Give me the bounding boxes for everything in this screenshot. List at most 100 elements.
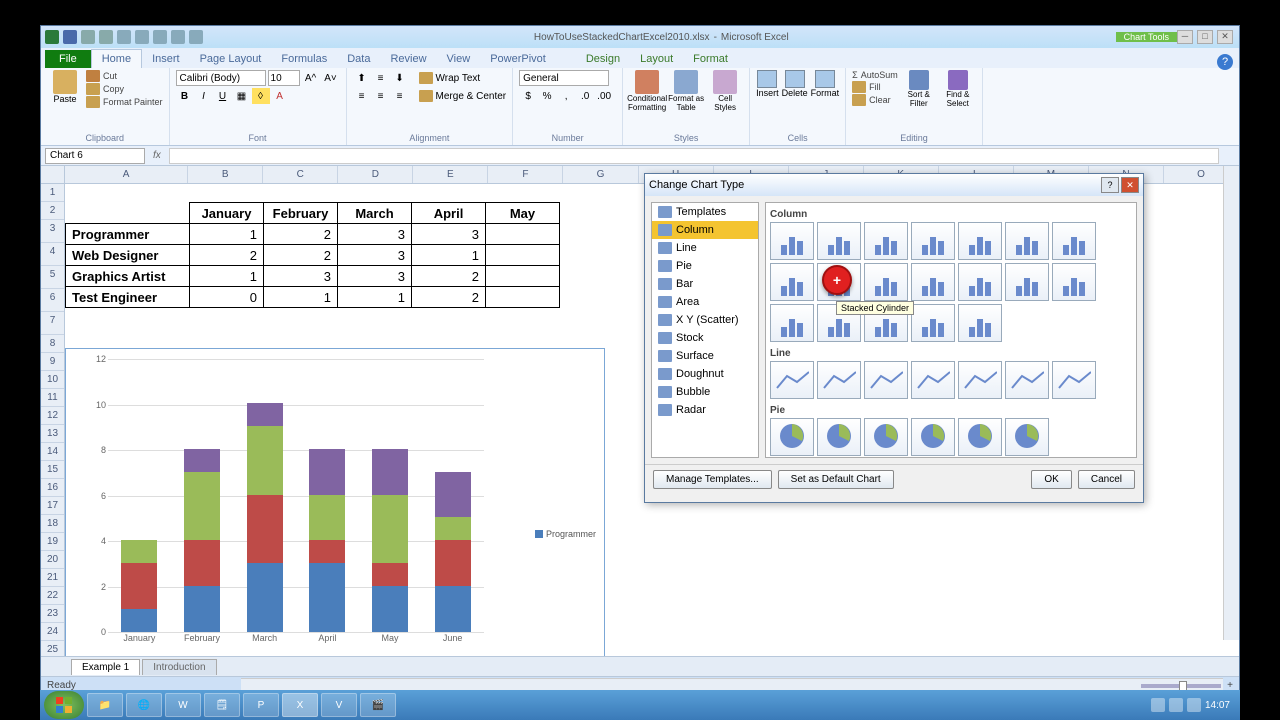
bar-stack[interactable]: [435, 472, 471, 632]
tab-formulas[interactable]: Formulas: [271, 50, 337, 68]
help-button[interactable]: ?: [1217, 54, 1233, 70]
cut-button[interactable]: Cut: [86, 70, 163, 82]
row-headers[interactable]: 1234567891011121314151617181920212223242…: [41, 184, 65, 656]
set-default-button[interactable]: Set as Default Chart: [778, 470, 894, 489]
line-chart-thumb[interactable]: [1052, 361, 1096, 399]
cancel-button[interactable]: Cancel: [1078, 470, 1135, 489]
underline-button[interactable]: U: [214, 88, 232, 104]
bar-stack[interactable]: [247, 403, 283, 632]
bar-segment[interactable]: [184, 449, 220, 472]
italic-button[interactable]: I: [195, 88, 213, 104]
chart-subtype-panel[interactable]: Column Line Pie + Stacked Cylinder: [765, 202, 1137, 458]
comma-button[interactable]: ,: [557, 88, 575, 104]
chart-type-list[interactable]: TemplatesColumnLinePieBarAreaX Y (Scatte…: [651, 202, 759, 458]
system-tray[interactable]: 14:07: [1151, 698, 1236, 712]
row-header[interactable]: 22: [41, 587, 64, 605]
pie-chart-thumb[interactable]: [958, 418, 1002, 456]
line-chart-thumb[interactable]: [958, 361, 1002, 399]
tab-design[interactable]: Design: [576, 50, 630, 68]
tab-home[interactable]: Home: [91, 49, 142, 68]
tray-icon[interactable]: [1151, 698, 1165, 712]
row-header[interactable]: 13: [41, 425, 64, 443]
bar-segment[interactable]: [247, 563, 283, 632]
quick-access-toolbar[interactable]: [41, 30, 207, 44]
percent-button[interactable]: %: [538, 88, 556, 104]
chart-type-item[interactable]: X Y (Scatter): [652, 311, 758, 329]
chart-type-item[interactable]: Radar: [652, 401, 758, 419]
row-header[interactable]: 1: [41, 184, 64, 202]
align-bot-button[interactable]: ⬇: [391, 70, 409, 86]
manage-templates-button[interactable]: Manage Templates...: [653, 470, 772, 489]
bar-segment[interactable]: [247, 426, 283, 495]
minimize-button[interactable]: ─: [1177, 30, 1193, 44]
maximize-button[interactable]: □: [1197, 30, 1213, 44]
undo-icon[interactable]: [81, 30, 95, 44]
align-top-button[interactable]: ⬆: [353, 70, 371, 86]
sheet-tab-example1[interactable]: Example 1: [71, 659, 140, 675]
column-header[interactable]: F: [488, 166, 563, 183]
align-mid-button[interactable]: ≡: [372, 70, 390, 86]
fill-color-button[interactable]: ◊: [252, 88, 270, 104]
fill-button[interactable]: Fill: [852, 81, 898, 93]
windows-taskbar[interactable]: 📁 🌐 W 🗒 P X V 🎬 14:07: [40, 690, 1240, 720]
row-header[interactable]: 25: [41, 641, 64, 656]
row-header[interactable]: 11: [41, 389, 64, 407]
print-icon[interactable]: [153, 30, 167, 44]
row-header[interactable]: 5: [41, 266, 64, 289]
taskbar-item[interactable]: 🌐: [126, 693, 162, 717]
column-chart-thumb[interactable]: [1052, 263, 1096, 301]
line-chart-thumb[interactable]: [817, 361, 861, 399]
bar-segment[interactable]: [435, 586, 471, 632]
column-chart-thumb[interactable]: [770, 304, 814, 342]
row-header[interactable]: 19: [41, 533, 64, 551]
row-header[interactable]: 17: [41, 497, 64, 515]
chart-type-item[interactable]: Line: [652, 239, 758, 257]
taskbar-item[interactable]: V: [321, 693, 357, 717]
row-header[interactable]: 23: [41, 605, 64, 623]
open-icon[interactable]: [135, 30, 149, 44]
chart-type-item[interactable]: Doughnut: [652, 365, 758, 383]
chart-type-item[interactable]: Bar: [652, 275, 758, 293]
row-header[interactable]: 18: [41, 515, 64, 533]
taskbar-item[interactable]: P: [243, 693, 279, 717]
bar-segment[interactable]: [121, 609, 157, 632]
bar-stack[interactable]: [309, 449, 345, 632]
bar-segment[interactable]: [184, 586, 220, 632]
copy-button[interactable]: Copy: [86, 83, 163, 95]
bar-segment[interactable]: [121, 540, 157, 563]
ok-button[interactable]: OK: [1031, 470, 1071, 489]
bar-segment[interactable]: [372, 495, 408, 564]
name-box[interactable]: [45, 148, 145, 164]
fx-icon[interactable]: fx: [145, 150, 169, 161]
column-chart-thumb[interactable]: [958, 222, 1002, 260]
align-left-button[interactable]: ≡: [353, 88, 371, 104]
font-name-input[interactable]: [176, 70, 266, 86]
increase-font-button[interactable]: A^: [302, 70, 320, 86]
clear-button[interactable]: Clear: [852, 94, 898, 106]
tab-powerpivot[interactable]: PowerPivot: [480, 50, 556, 68]
row-header[interactable]: 14: [41, 443, 64, 461]
dialog-close-button[interactable]: ✕: [1121, 177, 1139, 193]
sheet-tab-intro[interactable]: Introduction: [142, 659, 216, 675]
close-button[interactable]: ✕: [1217, 30, 1233, 44]
pie-chart-thumb[interactable]: [1005, 418, 1049, 456]
chart-type-item[interactable]: Stock: [652, 329, 758, 347]
pie-chart-thumb[interactable]: [911, 418, 955, 456]
chart-type-item[interactable]: Surface: [652, 347, 758, 365]
taskbar-item[interactable]: 📁: [87, 693, 123, 717]
row-header[interactable]: 15: [41, 461, 64, 479]
column-chart-thumb[interactable]: [817, 222, 861, 260]
column-chart-thumb[interactable]: [911, 222, 955, 260]
column-chart-thumb[interactable]: [1005, 222, 1049, 260]
row-header[interactable]: 4: [41, 243, 64, 266]
cond-format-button[interactable]: Conditional Formatting: [629, 70, 665, 112]
spell-icon[interactable]: [189, 30, 203, 44]
column-header[interactable]: E: [413, 166, 488, 183]
zoom-thumb[interactable]: [1179, 681, 1187, 691]
tab-data[interactable]: Data: [337, 50, 380, 68]
start-button[interactable]: [44, 691, 84, 719]
chart-type-item[interactable]: Templates: [652, 203, 758, 221]
bar-segment[interactable]: [309, 495, 345, 541]
clock[interactable]: 14:07: [1205, 700, 1230, 711]
row-header[interactable]: 3: [41, 220, 64, 243]
